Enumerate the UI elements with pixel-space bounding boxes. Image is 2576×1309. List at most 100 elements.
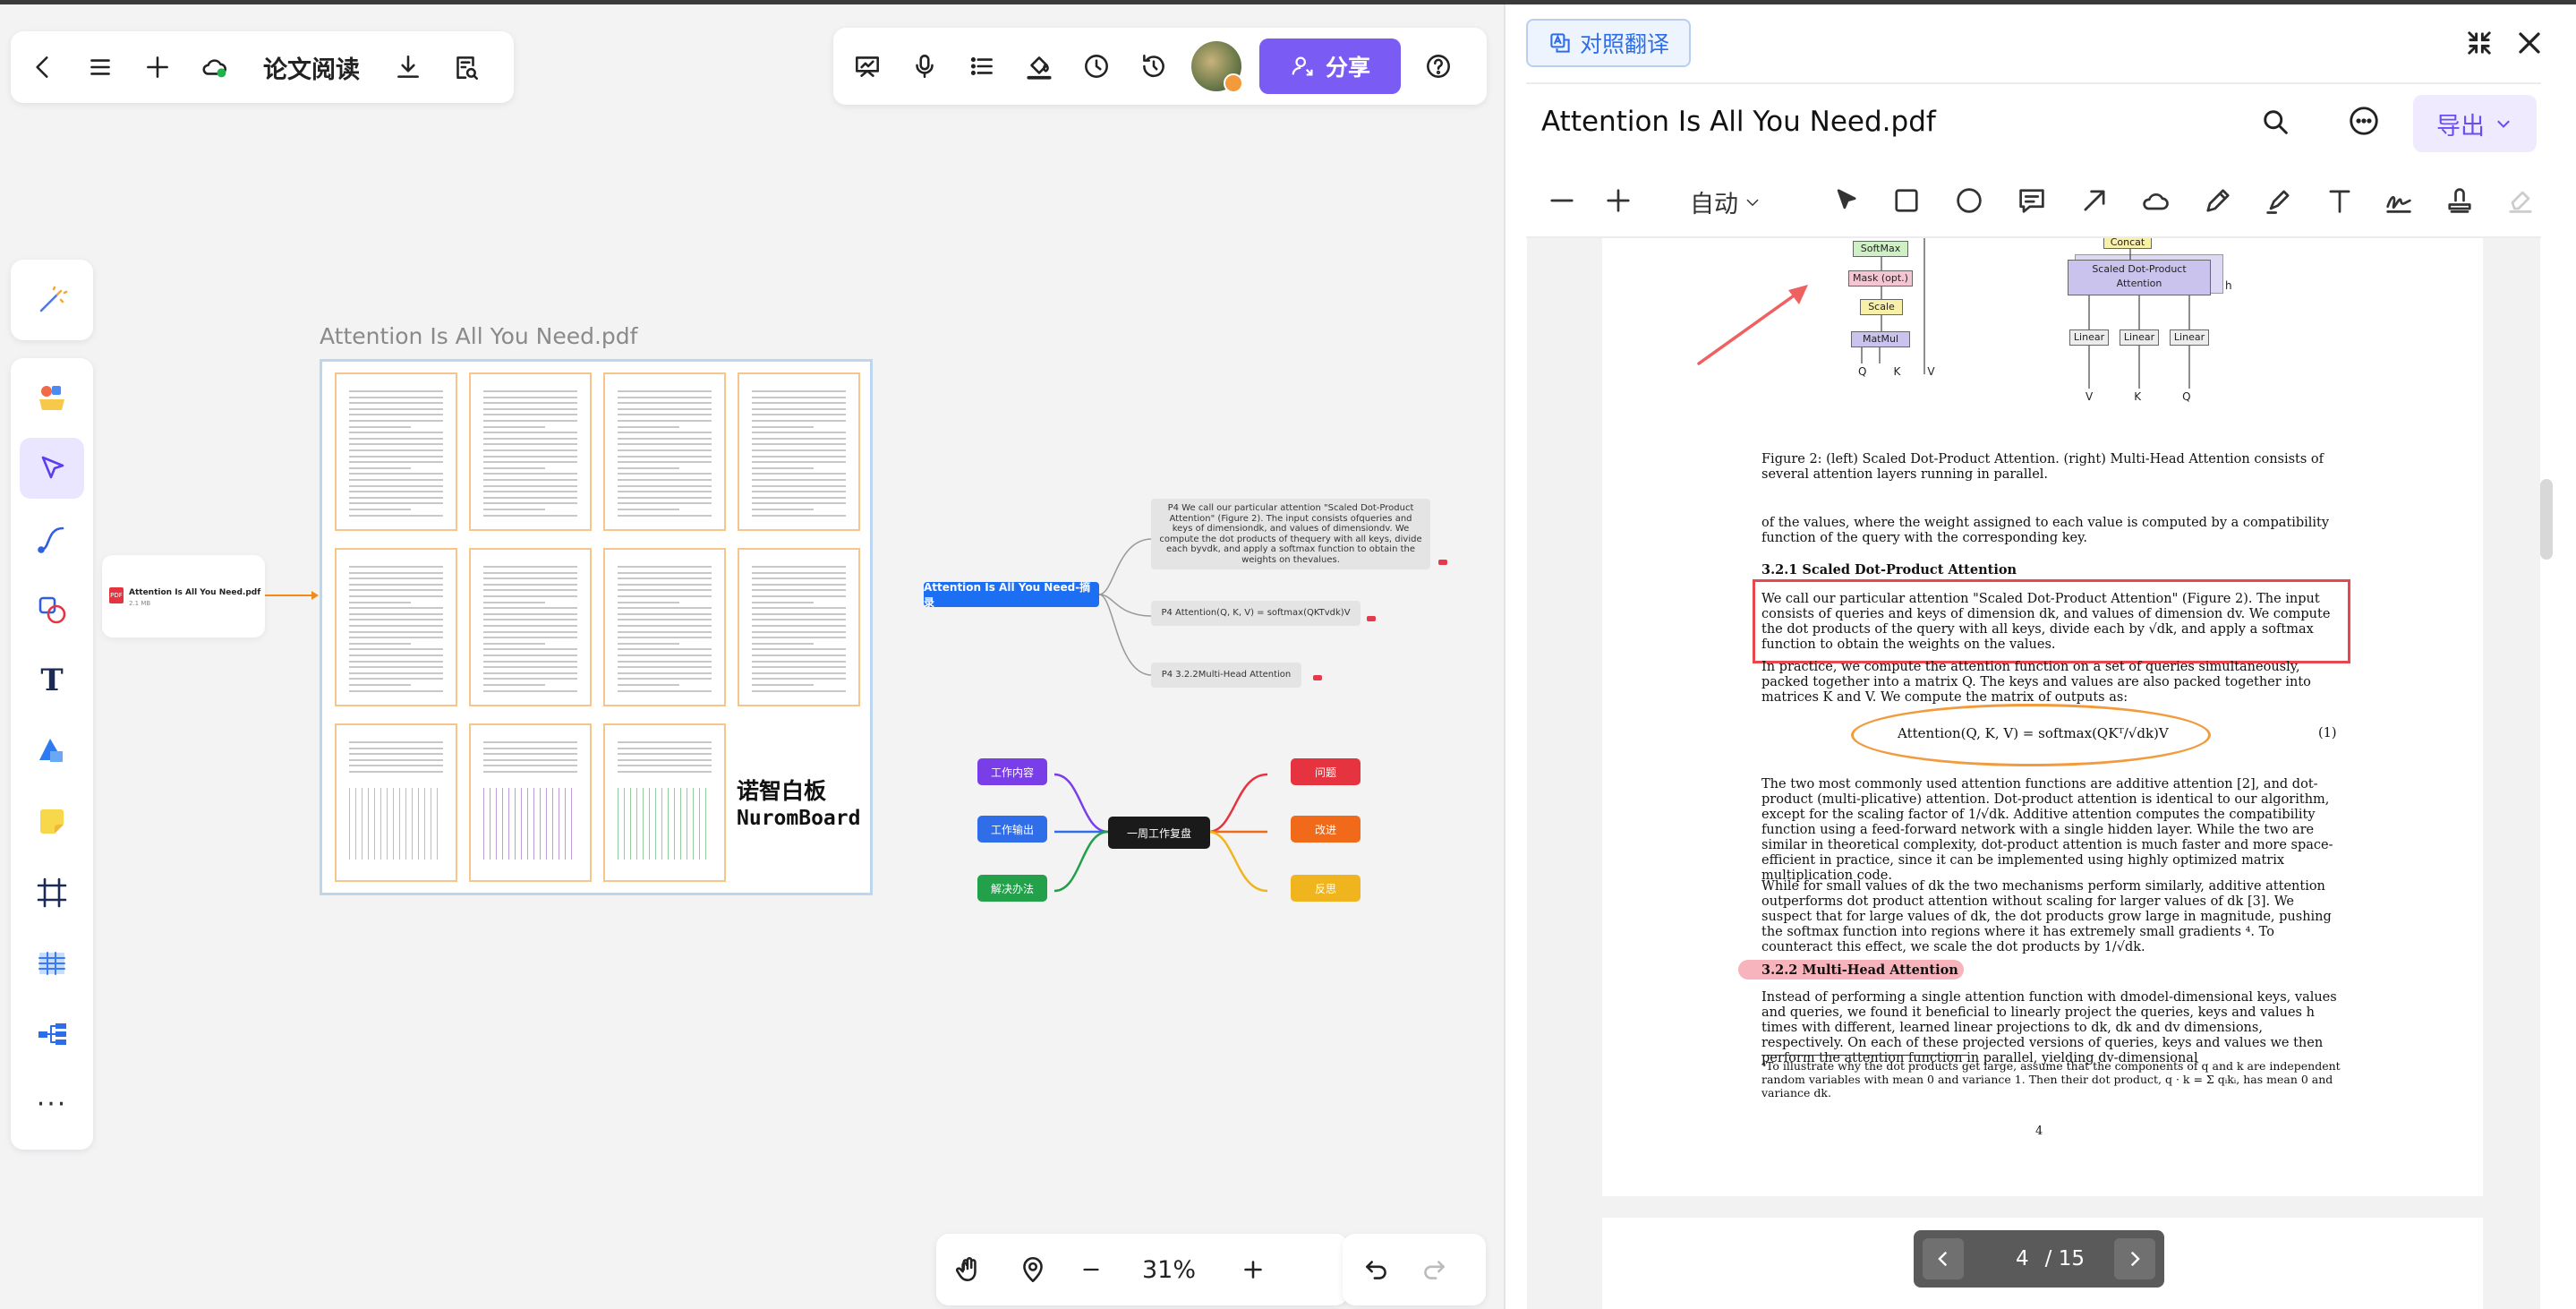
history-icon[interactable] <box>1134 47 1173 86</box>
fill-icon[interactable] <box>1019 47 1059 86</box>
menu-icon[interactable] <box>81 47 120 87</box>
next-page-button[interactable] <box>2114 1238 2155 1279</box>
weekly-center-node[interactable]: 一周工作复盘 <box>1108 817 1210 849</box>
pointer-icon[interactable] <box>1830 184 1862 220</box>
zoom-minus-icon[interactable] <box>1546 184 1578 220</box>
comment-icon[interactable] <box>2347 104 2381 141</box>
weekly-left-node[interactable]: 工作输出 <box>977 816 1047 843</box>
magic-pen-icon[interactable] <box>11 265 93 336</box>
close-panel-icon[interactable] <box>2512 25 2547 61</box>
pdf-viewer[interactable]: SoftMax Mask (opt.) Scale MatMul QKV Con… <box>1527 238 2540 1309</box>
hand-pan-icon[interactable] <box>949 1250 988 1289</box>
arrow-icon[interactable] <box>2078 184 2111 220</box>
pdf-page-thumbnail[interactable] <box>469 372 592 531</box>
templates-icon[interactable] <box>11 362 93 432</box>
search-doc-icon[interactable] <box>446 47 485 87</box>
weekly-right-node[interactable]: 反思 <box>1291 875 1361 902</box>
sticky-note-icon[interactable] <box>11 786 93 857</box>
weekly-left-node[interactable]: 工作内容 <box>977 758 1047 785</box>
prev-page-button[interactable] <box>1923 1238 1964 1279</box>
presentation-icon[interactable] <box>848 47 887 86</box>
clock-icon[interactable] <box>1077 47 1116 86</box>
thumb-line <box>618 390 712 392</box>
back-icon[interactable] <box>23 47 63 87</box>
translate-button[interactable]: 对照翻译 <box>1526 19 1691 67</box>
mindmap-node-3[interactable]: P4 3.2.2Multi-Head Attention <box>1151 663 1301 688</box>
pdf-page-thumbnail[interactable] <box>603 548 726 706</box>
download-icon[interactable] <box>388 47 428 87</box>
location-pin-icon[interactable] <box>1013 1250 1053 1289</box>
mindmap-root[interactable]: Attention Is All You Need-摘录 <box>924 581 1099 609</box>
table-icon[interactable] <box>11 928 93 998</box>
thumb-line <box>483 466 545 469</box>
pdf-page-thumbnail[interactable] <box>738 548 860 706</box>
collapse-icon[interactable] <box>2463 27 2495 59</box>
thumb-line <box>752 595 846 597</box>
pdf-page-thumbnail[interactable] <box>469 548 592 706</box>
pdf-scrollbar[interactable] <box>2540 479 2553 560</box>
note-icon[interactable] <box>2016 184 2048 220</box>
thumb-line <box>752 642 814 645</box>
thumb-line <box>618 589 712 592</box>
pdf-page-thumbnail[interactable] <box>335 372 457 531</box>
annotation-arrow[interactable] <box>1695 279 1817 369</box>
avatar[interactable] <box>1191 41 1243 93</box>
zoom-value[interactable]: 31% <box>1130 1256 1208 1284</box>
highlighter-icon[interactable] <box>2263 184 2295 220</box>
shape-icon[interactable] <box>11 715 93 786</box>
file-card[interactable]: PDF Attention Is All You Need.pdf 2.1 MB <box>102 555 265 637</box>
text-icon[interactable]: T <box>11 645 93 715</box>
signature-icon[interactable] <box>2383 184 2415 220</box>
pdf-page-thumbnail[interactable] <box>603 723 726 882</box>
thumb-line <box>349 630 443 633</box>
thumb-line <box>618 496 712 499</box>
thumb-line <box>483 642 545 645</box>
pdf-page-thumbnail[interactable] <box>469 723 592 882</box>
select-cursor-icon[interactable] <box>11 432 93 503</box>
more-icon[interactable]: ··· <box>11 1069 93 1140</box>
zoom-mode-select[interactable]: 自动 <box>1690 184 1761 219</box>
mindmap-node-2[interactable]: P4 Attention(Q, K, V) = softmax(QKTvdk)V <box>1151 601 1361 626</box>
shapes-icon[interactable] <box>11 574 93 645</box>
whiteboard-canvas[interactable]: 论文阅读 分享 T ··· Attention Is All You Need.… <box>0 4 1504 1309</box>
list-icon[interactable] <box>962 47 1002 86</box>
text-tool-icon[interactable] <box>2324 184 2356 220</box>
undo-icon[interactable] <box>1357 1250 1396 1289</box>
thumb-line <box>618 630 712 633</box>
thumb-line <box>618 625 712 627</box>
page-current[interactable]: 4 <box>2016 1247 2029 1270</box>
circle-icon[interactable] <box>1953 184 1985 220</box>
connector-icon[interactable] <box>11 503 93 574</box>
board-title[interactable]: 论文阅读 <box>263 50 360 85</box>
pdf-page-thumbnail[interactable] <box>738 372 860 531</box>
pdf-search-icon[interactable] <box>2259 106 2291 141</box>
rectangle-icon[interactable] <box>1890 184 1923 220</box>
share-button[interactable]: 分享 <box>1259 38 1401 94</box>
zoom-in-icon[interactable] <box>1233 1250 1273 1289</box>
mindmap-icon[interactable] <box>11 998 93 1069</box>
thumb-line <box>483 425 545 428</box>
export-button[interactable]: 导出 <box>2413 95 2537 152</box>
microphone-icon[interactable] <box>905 47 944 86</box>
thumb-line <box>618 619 712 621</box>
heading-322: 3.2.2 Multi-Head Attention <box>1761 962 1958 978</box>
pdf-page-thumbnail[interactable] <box>335 723 457 882</box>
weekly-right-node[interactable]: 改进 <box>1291 816 1361 843</box>
pdf-page-thumbnail[interactable] <box>335 548 457 706</box>
help-icon[interactable] <box>1419 47 1458 86</box>
stamp-icon[interactable] <box>2444 184 2476 220</box>
cloud-shape-icon[interactable] <box>2139 184 2171 220</box>
mindmap-node-1[interactable]: P4 We call our particular attention "Sca… <box>1151 499 1430 569</box>
pencil-icon[interactable] <box>2202 184 2234 220</box>
thumb-line <box>752 390 846 392</box>
weekly-right-node[interactable]: 问题 <box>1291 758 1361 785</box>
pdf-page-thumbnail[interactable] <box>603 372 726 531</box>
plus-icon[interactable] <box>138 47 177 87</box>
zoom-out-icon[interactable] <box>1078 1250 1105 1289</box>
thumb-line <box>618 654 712 656</box>
thumb-line <box>349 747 443 749</box>
zoom-plus-icon[interactable] <box>1602 184 1634 220</box>
weekly-left-node[interactable]: 解决办法 <box>977 875 1047 902</box>
frame-icon[interactable] <box>11 857 93 928</box>
thumb-line <box>349 466 411 469</box>
